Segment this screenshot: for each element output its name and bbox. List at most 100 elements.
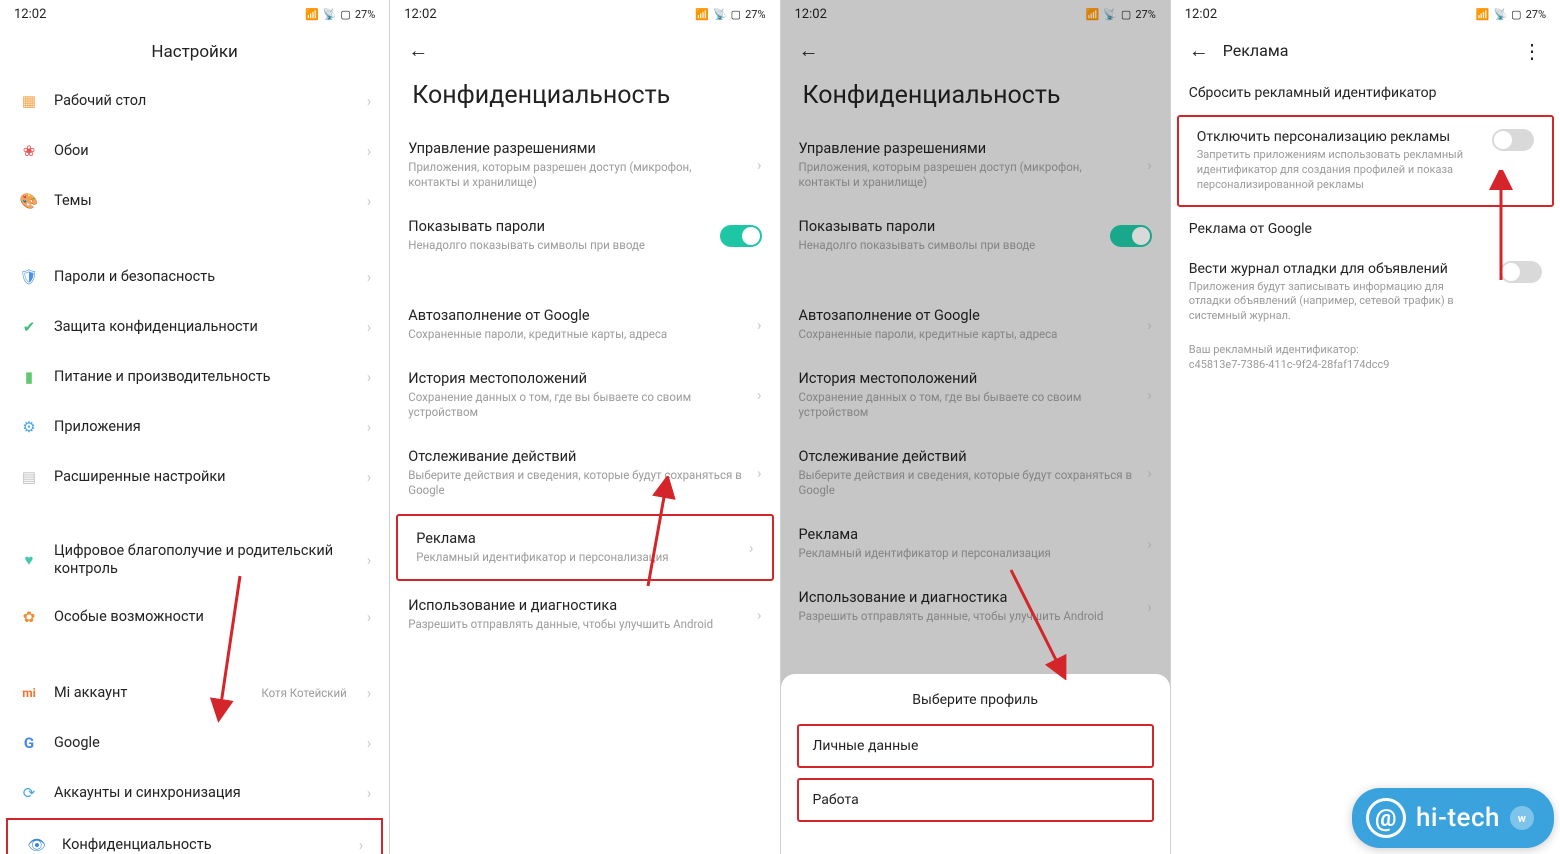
row-ads[interactable]: Реклама Рекламный идентификатор и персон…: [781, 512, 1170, 575]
back-icon[interactable]: ←: [408, 38, 428, 63]
header: ←: [390, 28, 779, 73]
wifi-icon: 📡: [1493, 8, 1507, 21]
row-title: Реклама от Google: [1189, 221, 1312, 237]
row-icon: ▮: [18, 366, 40, 388]
profile-option-work[interactable]: Работа: [797, 778, 1154, 822]
chevron-right-icon: ›: [367, 92, 372, 110]
wifi-icon: 📡: [713, 8, 727, 21]
watermark: @ hi-tech w: [1352, 788, 1554, 848]
profile-sheet: Выберите профиль Личные данные Работа: [781, 674, 1170, 854]
row-optout-personalization[interactable]: Отключить персонализацию рекламы Запрети…: [1177, 115, 1554, 207]
row-sub: Приложения будут записывать информацию д…: [1189, 280, 1488, 325]
row-title: Google: [54, 734, 353, 752]
row-title: Показывать пароли: [799, 218, 1096, 236]
profile-option-personal[interactable]: Личные данные: [797, 724, 1154, 768]
settings-row[interactable]: ⚙Приложения›: [0, 402, 389, 452]
row-reset-ad-id[interactable]: Сбросить рекламный идентификатор: [1171, 73, 1560, 113]
chevron-right-icon: ›: [749, 539, 754, 557]
ad-id-value: c45813e7-7386-411c-9f24-28faf174dcc9: [1189, 357, 1542, 372]
ad-id-block: Ваш рекламный идентификатор: c45813e7-73…: [1171, 336, 1560, 379]
chevron-right-icon: ›: [1147, 316, 1152, 334]
row-title: Приложения: [54, 418, 353, 436]
more-icon[interactable]: ⋮: [1522, 39, 1542, 63]
chevron-right-icon: ›: [367, 734, 372, 752]
row-location-history[interactable]: История местоположений Сохранение данных…: [390, 356, 779, 434]
settings-row[interactable]: 👁Конфиденциальность›: [6, 818, 383, 854]
chevron-right-icon: ›: [367, 142, 372, 160]
row-debug-log[interactable]: Вести журнал отладки для объявлений Прил…: [1171, 249, 1560, 337]
toggle-show-passwords[interactable]: [720, 225, 762, 247]
settings-row[interactable]: 🎨Темы›: [0, 176, 389, 226]
row-icon: ⚙: [18, 416, 40, 438]
battery-icon: ▢: [731, 8, 741, 21]
row-title: Обои: [54, 142, 353, 160]
row-title: Использование и диагностика: [799, 589, 1134, 607]
screen-privacy-choose-profile: 12:02 📶 📡 ▢ 27% ← Конфиденциальность Упр…: [780, 0, 1170, 854]
header: ←: [781, 28, 1170, 73]
watermark-text: hi-tech: [1416, 803, 1500, 833]
row-usage-diagnostics[interactable]: Использование и диагностика Разрешить от…: [390, 583, 779, 646]
row-title: Особые возможности: [54, 608, 353, 626]
row-title: Питание и производительность: [54, 368, 353, 386]
row-title: Сбросить рекламный идентификатор: [1189, 85, 1437, 101]
row-autofill[interactable]: Автозаполнение от Google Сохраненные пар…: [390, 293, 779, 356]
row-title: Цифровое благополучие и родительский кон…: [54, 542, 353, 578]
row-title: Расширенные настройки: [54, 468, 353, 486]
row-icon: G: [18, 732, 40, 754]
settings-row[interactable]: ❀Обои›: [0, 126, 389, 176]
row-title: Управление разрешениями: [408, 140, 743, 158]
battery-icon: ▢: [1121, 8, 1131, 21]
chevron-right-icon: ›: [757, 386, 762, 404]
back-icon[interactable]: ←: [799, 38, 819, 63]
settings-row[interactable]: ✔Защита конфиденциальности›: [0, 302, 389, 352]
settings-row[interactable]: ▤Расширенные настройки›: [0, 452, 389, 502]
row-title: Аккаунты и синхронизация: [54, 784, 353, 802]
toggle-debug-log[interactable]: [1500, 261, 1542, 283]
row-title: История местоположений: [408, 370, 743, 388]
row-location-history[interactable]: История местоположений Сохранение данных…: [781, 356, 1170, 434]
battery-pct: 27%: [1135, 8, 1155, 21]
row-ads[interactable]: Реклама Рекламный идентификатор и персон…: [396, 514, 773, 581]
status-time: 12:02: [14, 7, 46, 22]
back-icon[interactable]: ←: [1189, 38, 1209, 63]
toggle-optout[interactable]: [1492, 129, 1534, 151]
row-show-passwords[interactable]: Показывать пароли Ненадолго показывать с…: [781, 204, 1170, 267]
settings-row[interactable]: G Google ›: [0, 718, 389, 768]
row-title: История местоположений: [799, 370, 1134, 388]
settings-row[interactable]: miMi аккаунтКотя Котейский›: [0, 668, 389, 718]
battery-pct: 27%: [355, 8, 375, 21]
row-autofill[interactable]: Автозаполнение от Google Сохраненные пар…: [781, 293, 1170, 356]
screen-ads: 12:02 📶 📡 ▢ 27% ← Реклама ⋮ Сбросить рек…: [1170, 0, 1560, 854]
chevron-right-icon: ›: [359, 836, 364, 854]
row-activity-tracking[interactable]: Отслеживание действий Выберите действия …: [390, 434, 779, 512]
row-permissions[interactable]: Управление разрешениями Приложения, кото…: [781, 126, 1170, 204]
row-icon: ♥: [18, 549, 40, 571]
settings-row[interactable]: ▮Питание и производительность›: [0, 352, 389, 402]
settings-list: ▦Рабочий стол›❀Обои›🎨Темы› 🛡Пароли и без…: [0, 76, 389, 854]
row-show-passwords[interactable]: Показывать пароли Ненадолго показывать с…: [390, 204, 779, 267]
row-activity-tracking[interactable]: Отслеживание действий Выберите действия …: [781, 434, 1170, 512]
row-sub: Разрешить отправлять данные, чтобы улучш…: [799, 609, 1134, 624]
settings-row[interactable]: ✿Особые возможности›: [0, 592, 389, 642]
status-time: 12:02: [795, 7, 827, 22]
row-title: Управление разрешениями: [799, 140, 1134, 158]
settings-row[interactable]: ⟳Аккаунты и синхронизация›: [0, 768, 389, 818]
row-title: Реклама: [799, 526, 1134, 544]
row-usage-diagnostics[interactable]: Использование и диагностика Разрешить от…: [781, 575, 1170, 638]
row-google-ads[interactable]: Реклама от Google: [1171, 209, 1560, 249]
settings-row[interactable]: 🛡Пароли и безопасность›: [0, 252, 389, 302]
status-right: 📶 📡 ▢ 27%: [1476, 8, 1546, 21]
row-icon: ✔: [18, 316, 40, 338]
wifi-icon: 📡: [323, 8, 337, 21]
settings-row[interactable]: ♥ Цифровое благополучие и родительский ко…: [0, 528, 389, 592]
ad-id-label: Ваш рекламный идентификатор:: [1189, 342, 1542, 357]
toggle-show-passwords[interactable]: [1110, 225, 1152, 247]
row-permissions[interactable]: Управление разрешениями Приложения, кото…: [390, 126, 779, 204]
settings-row[interactable]: ▦Рабочий стол›: [0, 76, 389, 126]
chevron-right-icon: ›: [367, 684, 372, 702]
row-icon: 🛡: [18, 266, 40, 288]
row-sub: Приложения, которым разрешен доступ (мик…: [408, 160, 743, 190]
chevron-right-icon: ›: [757, 464, 762, 482]
row-title: Показывать пароли: [408, 218, 705, 236]
row-icon: 🎨: [18, 190, 40, 212]
